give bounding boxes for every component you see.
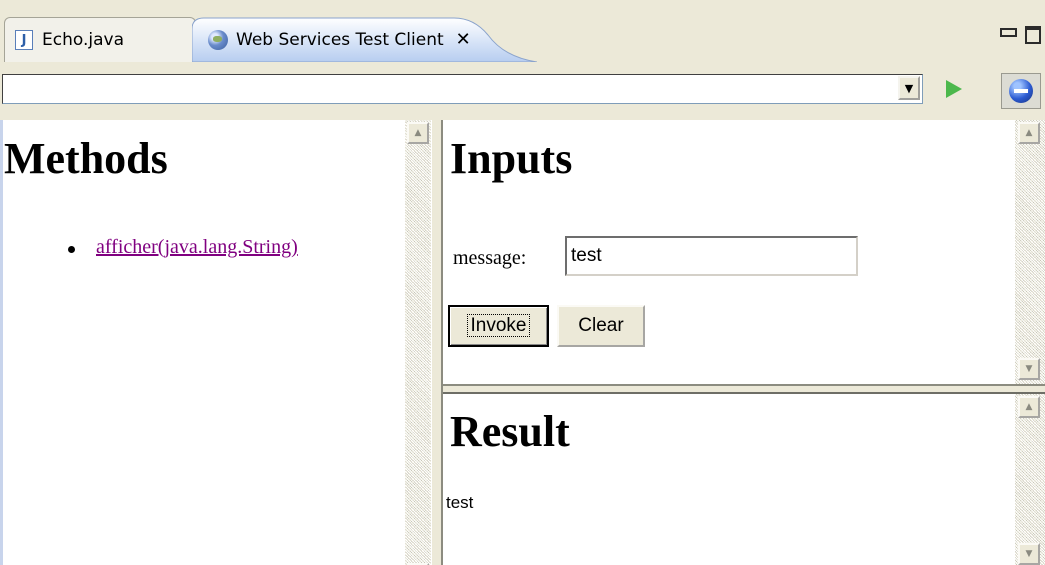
invoke-button[interactable]: Invoke [448,305,549,347]
methods-frame [0,120,405,565]
go-button[interactable] [944,79,964,99]
editor-tab-bar: J Echo.java Web Services Test Client ✕ [0,0,1045,62]
horizontal-frame-splitter[interactable] [443,384,1045,394]
scroll-up-icon[interactable]: ▲ [407,122,429,144]
chevron-down-icon[interactable]: ▼ [898,76,920,100]
invoke-label: Invoke [466,314,531,337]
maximize-icon[interactable] [1025,26,1041,44]
view-window-controls [999,26,1041,44]
vertical-frame-splitter[interactable] [431,120,443,565]
tab-web-services-test-client[interactable]: Web Services Test Client ✕ [192,17,537,62]
browser-orb-icon [1009,79,1033,103]
inputs-scrollbar[interactable] [1015,120,1045,384]
url-combobox[interactable] [2,74,923,104]
methods-heading: Methods [4,134,168,183]
minimize-icon[interactable] [999,26,1017,42]
tab-echo-java[interactable]: J Echo.java [4,17,196,62]
tab-label: Web Services Test Client [236,29,444,50]
address-toolbar: ▼ [0,62,1045,120]
scroll-up-icon[interactable]: ▲ [1018,396,1040,418]
scroll-up-icon[interactable]: ▲ [1018,122,1040,144]
method-link[interactable]: afficher(java.lang.String) [96,236,298,258]
close-tab-icon[interactable]: ✕ [456,29,471,50]
clear-button[interactable]: Clear [557,305,645,347]
scroll-down-icon[interactable]: ▼ [1018,543,1040,565]
scroll-down-icon[interactable]: ▼ [1018,358,1040,380]
browser-nav-button[interactable] [1001,73,1041,109]
result-value: test [446,493,474,512]
inputs-heading: Inputs [450,134,573,183]
globe-icon [208,29,228,50]
tab-label: Echo.java [42,30,124,50]
play-icon [946,80,962,98]
methods-scrollbar[interactable] [405,120,431,565]
message-label: message: [453,247,527,269]
url-input[interactable] [3,75,893,103]
methods-list: afficher(java.lang.String) [60,236,298,259]
java-file-icon: J [15,30,33,50]
message-input[interactable] [565,236,858,276]
result-scrollbar[interactable] [1015,394,1045,565]
list-item: afficher(java.lang.String) [60,236,298,259]
result-heading: Result [450,407,570,456]
